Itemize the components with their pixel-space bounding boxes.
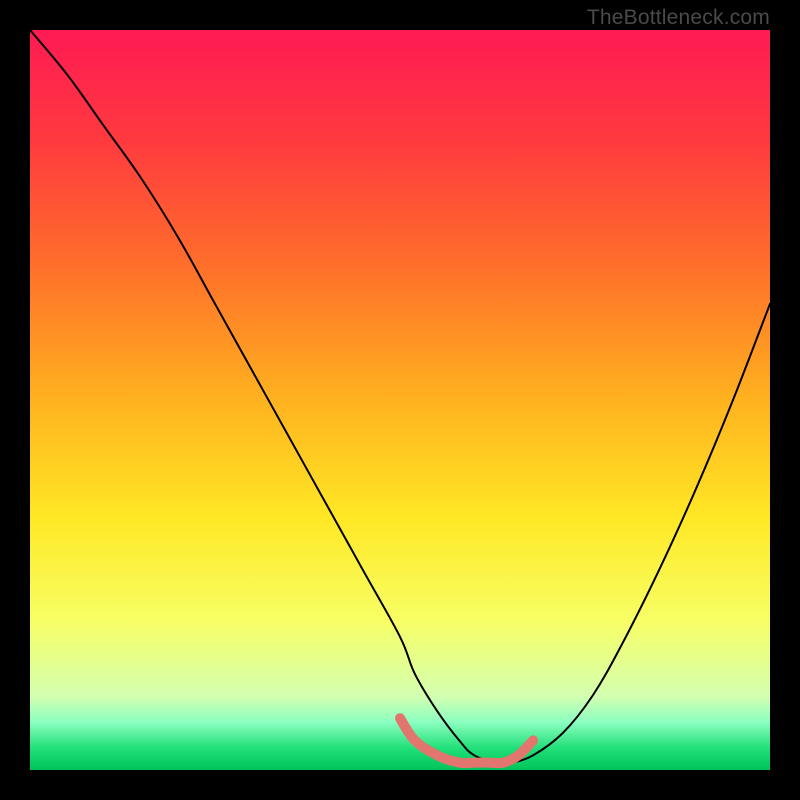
bottleneck-curve	[30, 30, 770, 764]
valley-highlight	[400, 718, 533, 763]
watermark: TheBottleneck.com	[587, 6, 770, 30]
chart-frame: TheBottleneck.com	[0, 0, 800, 800]
curve-layer	[30, 30, 770, 770]
plot-area	[30, 30, 770, 770]
